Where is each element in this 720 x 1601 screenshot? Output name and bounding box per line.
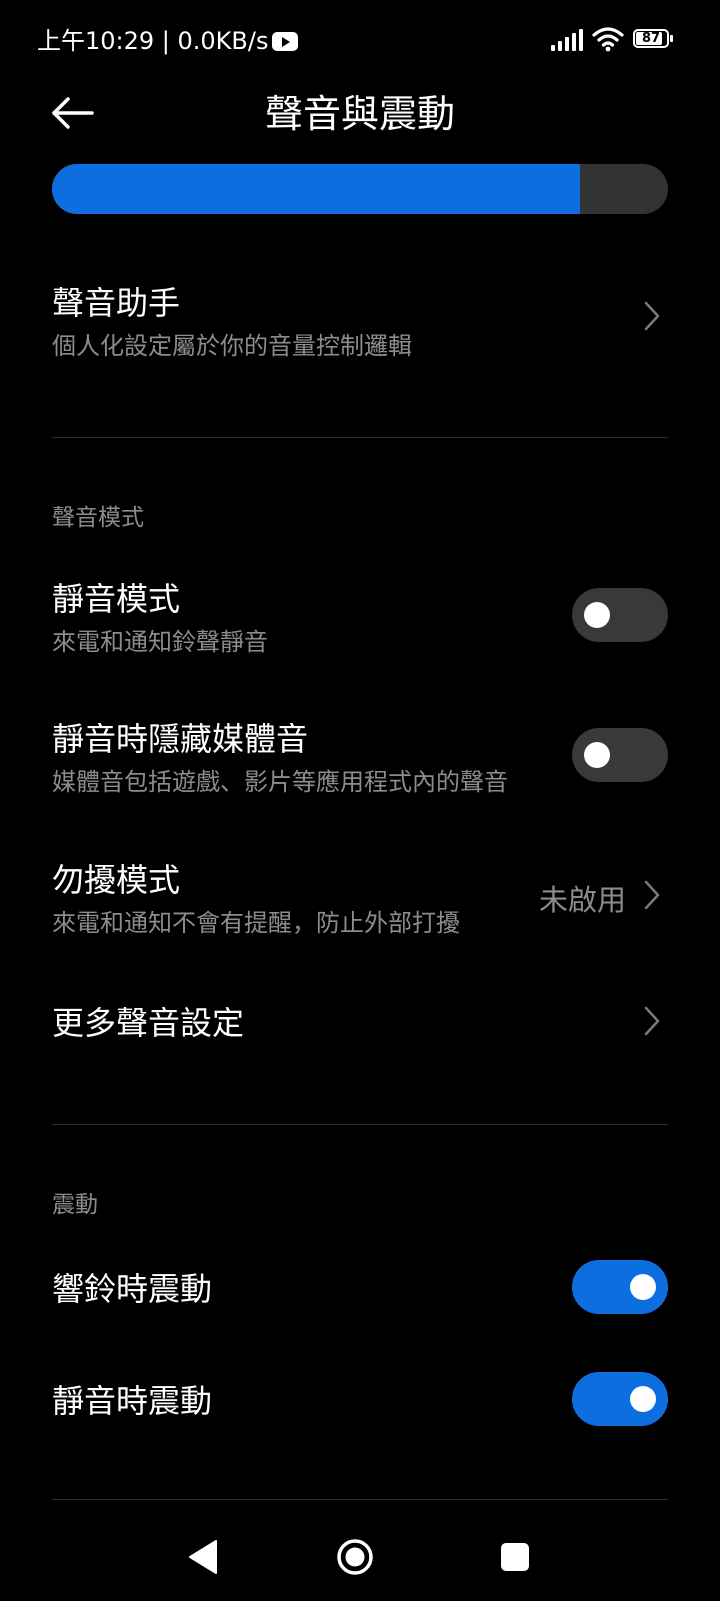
silent-mode-toggle[interactable] <box>572 588 668 642</box>
vibrate-on-silent-item[interactable]: 靜音時震動 <box>52 1370 668 1428</box>
divider <box>52 1124 668 1125</box>
more-sound-settings-title: 更多聲音設定 <box>52 1004 245 1042</box>
divider <box>52 1499 668 1500</box>
nav-recents-icon[interactable] <box>501 1543 529 1571</box>
section-header-vibration: 震動 <box>52 1192 98 1218</box>
hide-media-toggle[interactable] <box>572 728 668 782</box>
sound-assistant-title: 聲音助手 <box>52 284 181 322</box>
hide-media-subtitle: 媒體音包括遊戲、影片等應用程式內的聲音 <box>52 768 508 796</box>
wifi-icon <box>592 27 624 52</box>
volume-slider[interactable] <box>52 164 668 214</box>
signal-icon <box>551 29 585 51</box>
silent-mode-subtitle: 來電和通知鈴聲靜音 <box>52 628 268 656</box>
status-time-text: 上午10:29 | 0.0KB/s <box>37 27 269 55</box>
sound-assistant-item[interactable]: 聲音助手 個人化設定屬於你的音量控制邏輯 <box>52 268 668 388</box>
vibrate-on-ring-toggle[interactable] <box>572 1260 668 1314</box>
status-time: 上午10:29 | 0.0KB/s <box>37 24 299 58</box>
battery-icon: 87 <box>633 29 675 50</box>
arrow-left-icon <box>52 97 94 129</box>
silent-mode-title: 靜音模式 <box>52 580 181 618</box>
vibrate-on-silent-toggle[interactable] <box>572 1372 668 1426</box>
dnd-status-value: 未啟用 <box>538 883 626 917</box>
divider <box>52 437 668 438</box>
page-title: 聲音與震動 <box>264 92 455 136</box>
chevron-right-icon <box>644 301 660 331</box>
chevron-right-icon <box>644 880 660 910</box>
toggle-knob <box>630 1386 656 1412</box>
toggle-knob <box>584 602 610 628</box>
vibrate-on-silent-title: 靜音時震動 <box>52 1382 213 1420</box>
dnd-title: 勿擾模式 <box>52 861 181 899</box>
battery-level: 87 <box>641 31 661 46</box>
hide-media-item[interactable]: 靜音時隱藏媒體音 媒體音包括遊戲、影片等應用程式內的聲音 <box>52 710 668 800</box>
vibrate-on-ring-item[interactable]: 響鈴時震動 <box>52 1258 668 1316</box>
nav-back-icon[interactable] <box>186 1538 220 1576</box>
nav-home-icon[interactable] <box>336 1538 374 1576</box>
dnd-subtitle: 來電和通知不會有提醒，防止外部打擾 <box>52 909 460 937</box>
dnd-item[interactable]: 勿擾模式 來電和通知不會有提醒，防止外部打擾 未啟用 <box>52 851 668 941</box>
section-header-sound-mode: 聲音模式 <box>52 505 144 531</box>
youtube-icon <box>272 32 299 51</box>
hide-media-title: 靜音時隱藏媒體音 <box>52 720 309 758</box>
back-button[interactable] <box>40 80 106 146</box>
toggle-knob <box>584 742 610 768</box>
more-sound-settings-item[interactable]: 更多聲音設定 <box>52 990 668 1054</box>
chevron-right-icon <box>644 1006 660 1036</box>
toggle-knob <box>630 1274 656 1300</box>
volume-slider-fill[interactable] <box>52 164 580 214</box>
vibrate-on-ring-title: 響鈴時震動 <box>52 1270 213 1308</box>
silent-mode-item[interactable]: 靜音模式 來電和通知鈴聲靜音 <box>52 570 668 660</box>
sound-assistant-subtitle: 個人化設定屬於你的音量控制邏輯 <box>52 332 412 360</box>
